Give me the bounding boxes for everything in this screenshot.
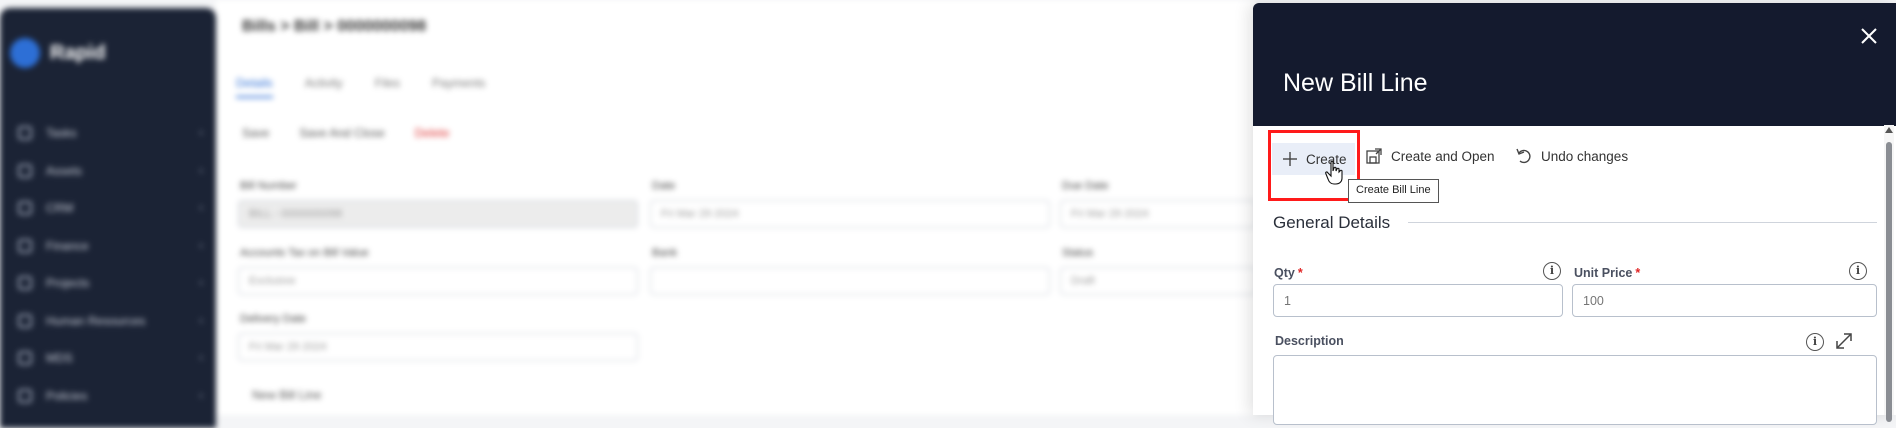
qty-label: Qty * (1274, 266, 1303, 280)
info-icon[interactable]: i (1849, 262, 1867, 280)
description-label: Description (1275, 334, 1344, 348)
tab-activity[interactable]: Activity (305, 76, 343, 98)
undo-changes-label: Undo changes (1541, 148, 1629, 164)
sidebar-item-projects[interactable]: Projects › (18, 272, 203, 294)
new-bill-line-button[interactable]: New Bill Line (252, 388, 321, 402)
finance-icon (18, 239, 32, 253)
main-content: Bills > Bill > 0000000098 Details Activi… (216, 0, 1256, 415)
delivery-date-field[interactable]: Fri Mar 29 2024 (238, 333, 638, 361)
save-and-close-button[interactable]: Save And Close (299, 126, 384, 140)
chevron-right-icon: › (199, 277, 203, 289)
hand-cursor-icon (1325, 160, 1343, 185)
sidebar-item-mds[interactable]: MDS › (18, 347, 203, 369)
tab-files[interactable]: Files (375, 76, 400, 98)
field-label: Date (652, 180, 676, 192)
highlight-box (1268, 130, 1360, 201)
people-icon (18, 314, 32, 328)
sidebar-item-policies[interactable]: Policies › (18, 385, 203, 407)
undo-changes-button[interactable]: Undo changes (1515, 142, 1628, 170)
unit-price-input[interactable] (1572, 284, 1877, 317)
sidebar-item-crm[interactable]: CRM › (18, 197, 203, 219)
chevron-right-icon: › (199, 165, 203, 177)
info-icon[interactable]: i (1806, 333, 1824, 351)
required-mark: * (1297, 266, 1303, 280)
save-button[interactable]: Save (242, 126, 269, 140)
assets-icon (18, 164, 32, 178)
scrollbar-thumb[interactable] (1886, 142, 1892, 422)
section-divider (1408, 222, 1877, 223)
tasks-icon (18, 126, 32, 140)
sidebar: Rapid Tasks › Assets › CRM › Finance › Proje… (0, 8, 216, 428)
create-and-open-button[interactable]: Create and Open (1365, 142, 1495, 170)
chevron-right-icon: › (199, 127, 203, 139)
delete-button[interactable]: Delete (415, 126, 450, 140)
chevron-right-icon: › (199, 240, 203, 252)
tab-details[interactable]: Details (236, 76, 273, 98)
policies-icon (18, 389, 32, 403)
required-mark: * (1635, 266, 1641, 280)
record-toolbar: Save Save And Close Delete (242, 126, 449, 140)
crm-icon (18, 201, 32, 215)
chevron-right-icon: › (199, 315, 203, 327)
field-label: Bank (652, 247, 678, 259)
field-label: Status (1062, 247, 1094, 259)
undo-icon (1516, 148, 1531, 164)
chevron-right-icon: › (199, 352, 203, 364)
tab-bar: Details Activity Files Payments (236, 76, 485, 98)
status-select[interactable]: Draft (1060, 267, 1256, 295)
date-field[interactable]: Fri Mar 29 2024 (650, 200, 1050, 228)
expand-icon[interactable] (1833, 330, 1855, 352)
field-label: Bill Number (240, 180, 297, 192)
sidebar-item-finance[interactable]: Finance › (18, 235, 203, 257)
section-title-general-details: General Details (1273, 213, 1391, 232)
field-label: Due Date (1062, 180, 1109, 192)
chevron-right-icon: › (199, 390, 203, 402)
sidebar-item-human-resources[interactable]: Human Resources › (18, 310, 203, 332)
unit-price-label: Unit Price * (1574, 266, 1641, 280)
breadcrumb: Bills > Bill > 0000000098 (242, 18, 427, 35)
field-label: Delivery Date (240, 313, 307, 325)
mds-icon (18, 351, 32, 365)
panel-body: Create Create and Open Undo changes Crea… (1253, 0, 1896, 425)
scroll-up-arrow-icon[interactable] (1885, 127, 1893, 133)
save-open-icon (1366, 148, 1382, 164)
projects-icon (18, 276, 32, 290)
info-icon[interactable]: i (1543, 262, 1561, 280)
app-logo: Rapid (10, 38, 106, 68)
due-date-field[interactable]: Fri Mar 29 2024 (1060, 200, 1256, 228)
chevron-right-icon: › (199, 202, 203, 214)
field-label: Accounts Tax on Bill Value (240, 247, 369, 259)
create-tooltip: Create Bill Line (1348, 179, 1439, 203)
sidebar-item-assets[interactable]: Assets › (18, 160, 203, 182)
qty-input[interactable] (1273, 284, 1563, 317)
bill-number-field: BILL - 0000000098 (238, 200, 638, 228)
create-and-open-label: Create and Open (1391, 148, 1495, 164)
sidebar-item-tasks[interactable]: Tasks › (18, 122, 203, 144)
tax-select[interactable]: Exclusive (238, 267, 638, 295)
bank-select[interactable] (650, 267, 1050, 295)
app-name: Rapid (50, 41, 106, 64)
tab-payments[interactable]: Payments (432, 76, 485, 98)
logo-icon (10, 38, 40, 68)
